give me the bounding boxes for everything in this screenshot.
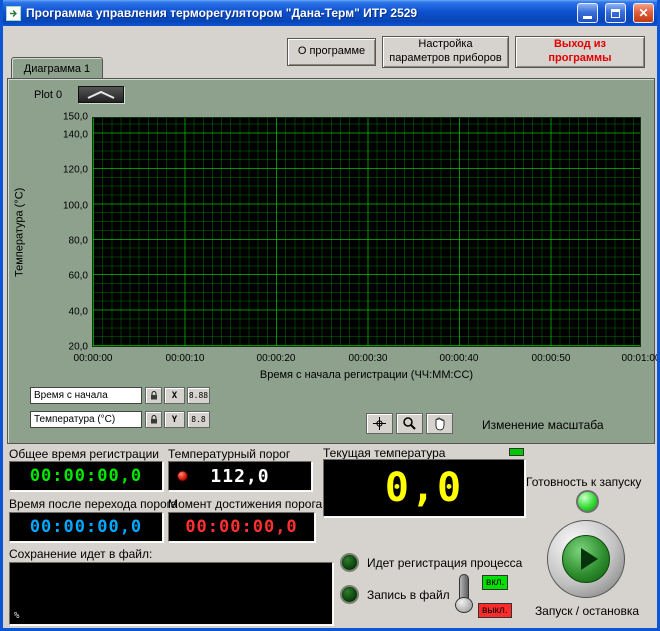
x-tick: 00:00:10 — [149, 353, 221, 364]
x-tick: 00:00:20 — [240, 353, 312, 364]
write-file-label: Запись в файл — [367, 588, 450, 602]
time-after-threshold-label: Время после перехода порога — [9, 497, 177, 511]
threshold-display[interactable]: 112,0 — [168, 461, 312, 491]
minimize-icon — [583, 16, 592, 19]
y-scale-lock-button[interactable] — [145, 411, 162, 428]
y-autoscale-button[interactable]: Y — [164, 411, 185, 428]
settings-button[interactable]: Настройка параметров приборов — [382, 36, 509, 68]
file-path-cursor: % — [14, 611, 19, 621]
time-after-threshold-display: 00:00:00,0 — [9, 512, 163, 542]
y-tick: 40,0 — [12, 307, 88, 318]
cursor-tool-button[interactable] — [366, 413, 393, 434]
hand-icon — [433, 416, 447, 431]
threshold-value: 112,0 — [210, 466, 269, 487]
y-tick: 80,0 — [12, 236, 88, 247]
app-window: Программа управления терморегулятором "Д… — [0, 0, 660, 631]
plot-legend-label: Plot 0 — [34, 89, 62, 101]
y-tick: 120,0 — [12, 165, 88, 176]
x-tick: 00:00:40 — [423, 353, 495, 364]
x-tick: 00:00:50 — [515, 353, 587, 364]
file-write-toggle[interactable] — [453, 572, 475, 616]
write-file-led-icon — [340, 585, 359, 604]
threshold-moment-display: 00:00:00,0 — [168, 512, 315, 542]
y-scale-name-box[interactable]: Температура (°C) — [30, 411, 142, 428]
total-time-label: Общее время регистрации — [9, 447, 159, 461]
title-bar: Программа управления терморегулятором "Д… — [3, 0, 657, 26]
client-area: О программе Настройка параметров приборо… — [3, 26, 657, 628]
pan-tool-button[interactable] — [426, 413, 453, 434]
start-stop-button[interactable] — [547, 520, 625, 598]
threshold-moment-label: Момент достижения порога — [168, 497, 322, 511]
x-tick: 00:00:00 — [57, 353, 129, 364]
tab-diagram-1[interactable]: Диаграмма 1 — [11, 57, 103, 79]
toggle-knob[interactable] — [455, 597, 473, 613]
palette-hint-label: Изменение масштаба — [482, 418, 604, 432]
x-axis-title: Время с начала регистрации (ЧЧ:ММ:СС) — [92, 369, 641, 381]
minimize-button[interactable] — [577, 3, 598, 23]
switch-off-chip: выкл. — [478, 603, 512, 618]
limit-indicator — [509, 448, 524, 456]
x-scale-lock-button[interactable] — [145, 387, 162, 404]
lock-icon — [149, 390, 159, 401]
window-title: Программа управления терморегулятором "Д… — [26, 6, 570, 20]
x-format-button[interactable]: 8.88 — [187, 387, 210, 404]
save-file-label: Сохранение идет в файл: — [9, 547, 152, 561]
threshold-led-icon — [177, 471, 188, 482]
zoom-tool-button[interactable] — [396, 413, 423, 434]
threshold-label: Температурный порог — [168, 447, 290, 461]
app-icon — [6, 6, 21, 21]
y-tick: 60,0 — [12, 271, 88, 282]
close-icon: ✕ — [638, 7, 648, 19]
crosshair-icon — [372, 416, 387, 431]
switch-on-chip: вкл. — [482, 575, 508, 590]
x-scale-name-box[interactable]: Время с начала — [30, 387, 142, 404]
current-temp-display: 0,0 — [323, 459, 525, 517]
registration-led-icon — [340, 553, 359, 572]
plot-line-icon — [84, 89, 118, 101]
registration-label: Идет регистрация процесса — [367, 556, 522, 570]
y-format-button[interactable]: 8.8 — [187, 411, 210, 428]
plot-area[interactable] — [92, 117, 641, 347]
lock-icon — [149, 414, 159, 425]
y-tick: 140,0 — [12, 130, 88, 141]
plot-line-swatch-button[interactable] — [78, 86, 124, 103]
ready-led-icon — [576, 490, 599, 513]
play-icon — [581, 548, 598, 570]
maximize-button[interactable] — [605, 3, 626, 23]
current-temp-label: Текущая температура — [323, 446, 445, 460]
x-tick: 00:00:30 — [332, 353, 404, 364]
total-time-display: 00:00:00,0 — [9, 461, 163, 491]
x-tick: 00:01:00 — [605, 353, 660, 364]
ready-label: Готовность к запуску — [526, 475, 641, 489]
start-button-face — [562, 535, 610, 583]
y-tick: 100,0 — [12, 201, 88, 212]
start-stop-label: Запуск / остановка — [521, 604, 653, 618]
exit-button[interactable]: Выход из программы — [515, 36, 645, 68]
close-button[interactable]: ✕ — [633, 3, 654, 23]
x-autoscale-button[interactable]: X — [164, 387, 185, 404]
magnifier-icon — [402, 416, 417, 431]
maximize-icon — [611, 9, 620, 18]
about-button[interactable]: О программе — [287, 38, 376, 66]
save-file-path-display: % — [9, 562, 333, 625]
graph-palette — [366, 413, 453, 434]
y-tick: 150,0 — [12, 112, 88, 123]
chart-panel: Plot 0 Температура (°C) 150,0 140,0 120,… — [7, 78, 655, 444]
y-tick: 20,0 — [12, 342, 88, 353]
